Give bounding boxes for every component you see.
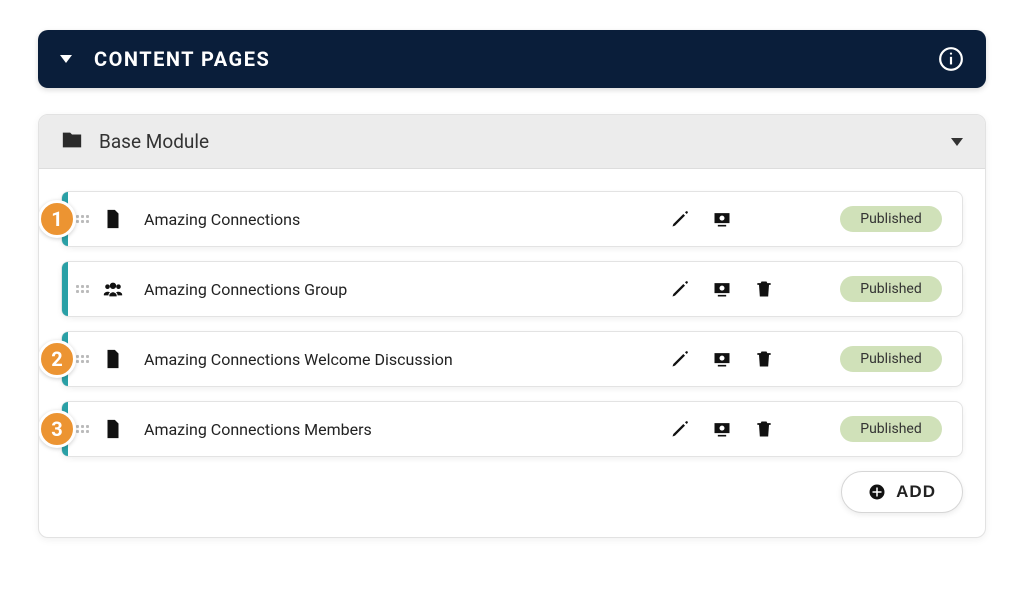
row-accent bbox=[62, 262, 68, 316]
preview-icon[interactable] bbox=[712, 209, 732, 229]
step-badge: 3 bbox=[38, 410, 76, 448]
delete-icon[interactable] bbox=[754, 349, 774, 369]
group-icon bbox=[102, 278, 124, 300]
status-badge: Published bbox=[840, 416, 942, 442]
row-actions bbox=[670, 209, 800, 229]
page-row[interactable]: 1 Amazing Connections Published bbox=[61, 191, 963, 247]
status-badge: Published bbox=[840, 206, 942, 232]
page-title: Amazing Connections Welcome Discussion bbox=[144, 350, 670, 369]
edit-icon[interactable] bbox=[670, 349, 690, 369]
content-pages-header[interactable]: CONTENT PAGES bbox=[38, 30, 986, 88]
folder-icon bbox=[61, 129, 99, 155]
page-row[interactable]: Amazing Connections Group Published bbox=[61, 261, 963, 317]
edit-icon[interactable] bbox=[670, 209, 690, 229]
row-actions bbox=[670, 349, 800, 369]
row-actions bbox=[670, 419, 800, 439]
panel-title: CONTENT PAGES bbox=[94, 47, 938, 71]
step-badge: 2 bbox=[38, 340, 76, 378]
drag-handle-icon[interactable] bbox=[76, 215, 90, 223]
page-row[interactable]: 2 Amazing Connections Welcome Discussion bbox=[61, 331, 963, 387]
delete-icon[interactable] bbox=[754, 279, 774, 299]
plus-circle-icon bbox=[868, 483, 886, 501]
page-title: Amazing Connections bbox=[144, 210, 670, 229]
preview-icon[interactable] bbox=[712, 279, 732, 299]
module-title: Base Module bbox=[99, 130, 951, 153]
drag-handle-icon[interactable] bbox=[76, 285, 90, 293]
preview-icon[interactable] bbox=[712, 349, 732, 369]
document-icon bbox=[102, 208, 124, 230]
info-icon[interactable] bbox=[938, 46, 964, 72]
module-card: Base Module 1 Amazing Connections bbox=[38, 114, 986, 538]
page-row[interactable]: 3 Amazing Connections Members Published bbox=[61, 401, 963, 457]
delete-icon[interactable] bbox=[754, 419, 774, 439]
add-button-label: ADD bbox=[896, 482, 936, 502]
status-badge: Published bbox=[840, 346, 942, 372]
page-title: Amazing Connections Group bbox=[144, 280, 670, 299]
row-actions bbox=[670, 279, 800, 299]
module-body: 1 Amazing Connections Published bbox=[39, 169, 985, 537]
document-icon bbox=[102, 418, 124, 440]
status-badge: Published bbox=[840, 276, 942, 302]
drag-handle-icon[interactable] bbox=[76, 355, 90, 363]
edit-icon[interactable] bbox=[670, 419, 690, 439]
drag-handle-icon[interactable] bbox=[76, 425, 90, 433]
step-badge: 1 bbox=[38, 200, 76, 238]
module-header[interactable]: Base Module bbox=[39, 115, 985, 169]
edit-icon[interactable] bbox=[670, 279, 690, 299]
preview-icon[interactable] bbox=[712, 419, 732, 439]
document-icon bbox=[102, 348, 124, 370]
collapse-toggle-icon[interactable] bbox=[60, 55, 72, 63]
chevron-down-icon[interactable] bbox=[951, 138, 963, 146]
add-button[interactable]: ADD bbox=[841, 471, 963, 513]
page-title: Amazing Connections Members bbox=[144, 420, 670, 439]
add-row: ADD bbox=[61, 471, 963, 513]
